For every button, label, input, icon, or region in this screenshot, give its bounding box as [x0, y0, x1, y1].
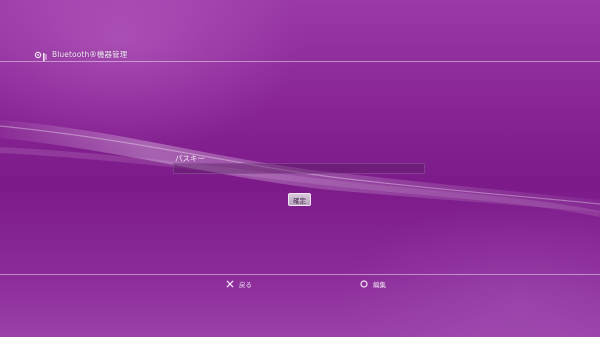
- confirm-button-label: 確定: [293, 196, 306, 205]
- edit-label: 編集: [373, 281, 386, 289]
- circle-button-icon: [360, 280, 368, 288]
- page-title: Bluetooth®機器管理: [52, 49, 128, 59]
- cross-button-icon: [226, 280, 234, 288]
- footer-divider: [0, 274, 600, 275]
- passkey-input[interactable]: [173, 163, 425, 174]
- header: Bluetooth®機器管理: [34, 47, 127, 61]
- confirm-button[interactable]: 確定: [288, 193, 311, 206]
- bluetooth-settings-icon: [34, 48, 48, 61]
- header-divider: [0, 61, 600, 62]
- back-hint[interactable]: 戻る: [226, 278, 252, 290]
- back-label: 戻る: [239, 281, 252, 289]
- edit-hint[interactable]: 編集: [360, 278, 386, 290]
